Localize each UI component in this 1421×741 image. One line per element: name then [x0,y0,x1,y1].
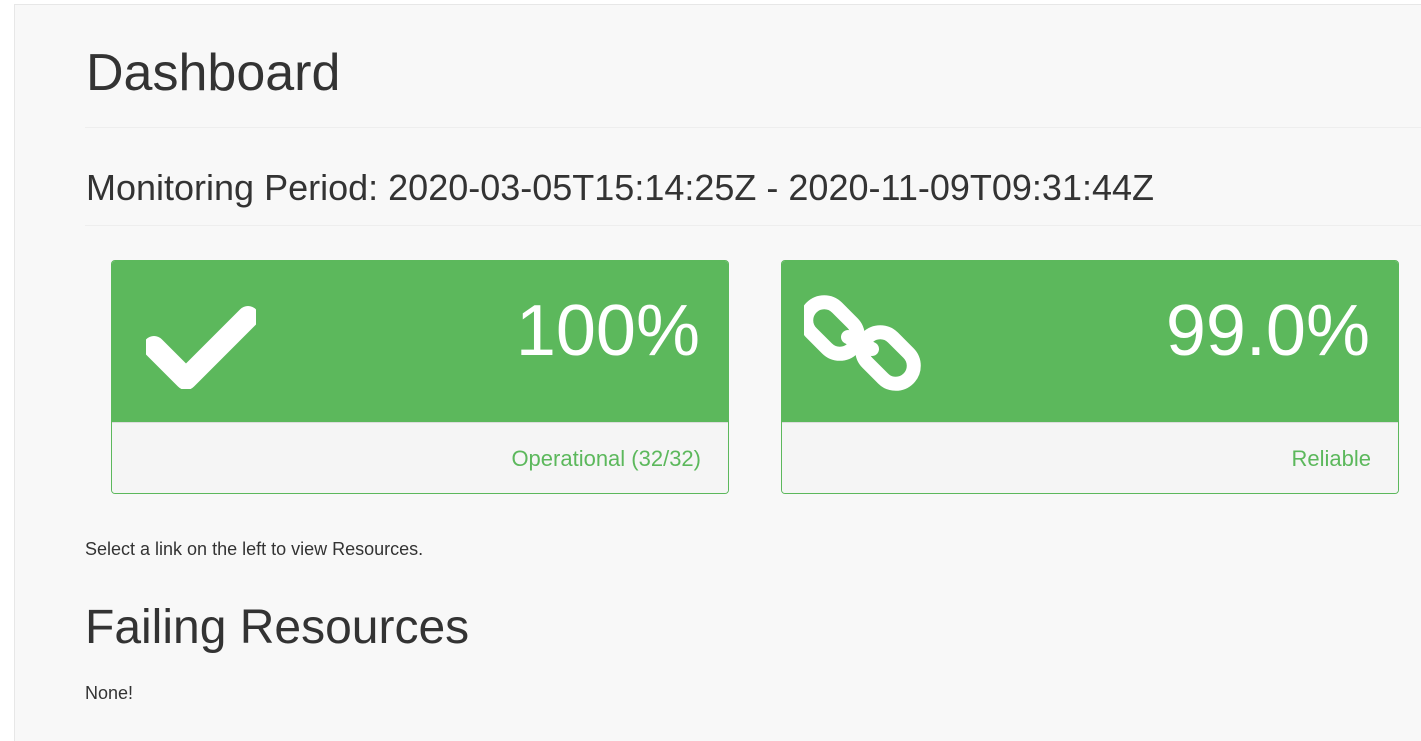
operational-status-label[interactable]: Operational (32/32) [511,446,701,472]
operational-panel[interactable]: 100% Operational (32/32) [111,260,729,494]
reliability-value: 99.0% [1165,291,1370,371]
failing-resources-empty-text: None! [85,683,134,703]
operational-value: 100% [515,291,700,371]
page-title: Dashboard [86,44,341,102]
page-header: Dashboard [85,5,1421,128]
failing-resources-title: Failing Resources [85,601,470,654]
chain-link-icon [804,295,921,391]
operational-panel-footer[interactable]: Operational (32/32) [112,422,728,493]
reliability-panel-footer[interactable]: Reliable [782,422,1398,493]
operational-panel-heading: 100% [112,261,728,422]
reliability-status-label[interactable]: Reliable [1292,446,1372,472]
reliability-panel[interactable]: 99.0% Reliable [781,260,1399,494]
monitoring-period-header: Monitoring Period: 2020-03-05T15:14:25Z … [85,128,1421,226]
select-link-hint: Select a link on the left to view Resour… [85,539,424,559]
check-icon [146,306,256,389]
reliability-panel-heading: 99.0% [782,261,1398,422]
monitoring-period-label: Monitoring Period: 2020-03-05T15:14:25Z … [86,167,1154,208]
page-wrapper: Dashboard Monitoring Period: 2020-03-05T… [14,4,1421,741]
